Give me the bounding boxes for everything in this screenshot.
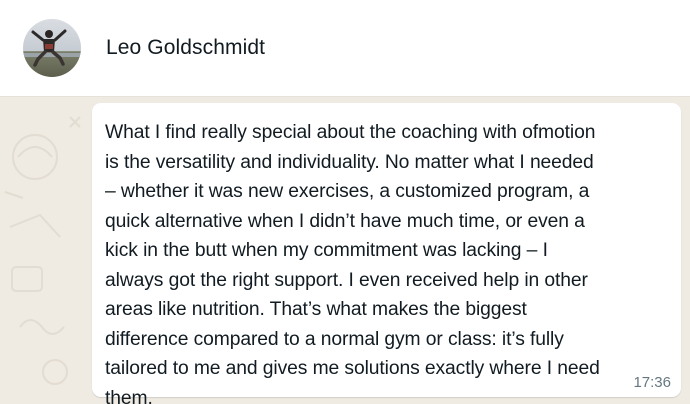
message-timestamp: 17:36 — [633, 374, 671, 391]
profile-photo-icon — [23, 19, 81, 77]
chat-header[interactable]: Leo Goldschmidt — [0, 0, 690, 97]
message-text: What I find really special about the coa… — [105, 122, 600, 404]
contact-name[interactable]: Leo Goldschmidt — [106, 36, 265, 60]
message-bubble[interactable]: What I find really special about the coa… — [92, 103, 681, 404]
chat-window: Leo Goldschmidt What I find really speci… — [0, 0, 690, 404]
avatar[interactable] — [23, 19, 81, 77]
chat-area[interactable]: What I find really special about the coa… — [0, 97, 690, 404]
